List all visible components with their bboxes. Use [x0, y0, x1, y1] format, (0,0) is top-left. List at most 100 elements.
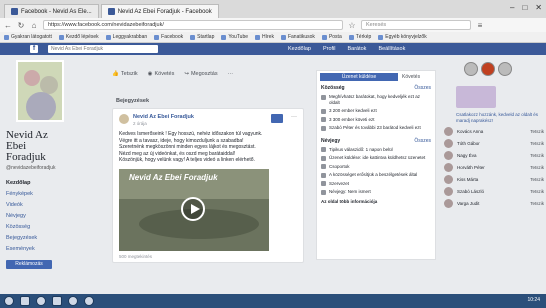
facebook-search-input[interactable]: Nevid As Ebei Foradjuk [48, 45, 158, 53]
avatar [444, 163, 453, 172]
window-controls: – □ ✕ [510, 3, 542, 12]
list-item[interactable]: Tóth Gábor Tetszik [444, 139, 544, 148]
bookmark-item[interactable]: Kezdő lépések [58, 34, 99, 40]
community-see-all-link[interactable]: Összes [414, 85, 431, 91]
page-nav-item[interactable]: Közösség [6, 221, 106, 232]
ad-text[interactable]: Csatlakozz hozzánk, kedveld az oldalt és… [456, 112, 544, 123]
follow-link[interactable]: Követés [402, 74, 420, 80]
like-link[interactable]: Tetszik [530, 165, 544, 170]
post-video[interactable]: Nevid Az Ebei Foradjuk [119, 169, 269, 251]
page-nav: Kezdőlap Fényképek Videók Névjegy Közöss… [6, 177, 106, 254]
list-item[interactable]: Kovács Anna Tetszik [444, 127, 544, 136]
list-item[interactable]: Horváth Péter Tetszik [444, 163, 544, 172]
browser-tab-bar: Facebook - Nevid As Ele... Nevid Az Ebei… [0, 0, 546, 18]
nav-settings[interactable]: Beállítások [378, 46, 405, 52]
follow-button[interactable]: ◉ Követés [148, 71, 175, 77]
browser-tab[interactable]: Facebook - Nevid As Ele... [4, 4, 99, 18]
bookmark-icon [190, 34, 196, 40]
post-menu-icon[interactable]: ··· [291, 114, 297, 120]
list-item[interactable]: Varga Judit Tetszik [444, 199, 544, 208]
avatar [444, 151, 453, 160]
post-avatar[interactable] [119, 114, 129, 124]
reload-icon[interactable]: ↻ [17, 21, 25, 30]
bookmark-item[interactable]: Egyéb könyvjelzők [378, 34, 427, 40]
post-timestamp[interactable]: 2 órája [133, 121, 147, 126]
bookmark-item[interactable]: Posta [321, 34, 342, 40]
home-icon[interactable]: ⌂ [30, 21, 38, 30]
post-action-button[interactable] [271, 114, 283, 123]
close-icon[interactable]: ✕ [535, 3, 542, 12]
bookmark-item[interactable]: Leggyakrabban [105, 34, 147, 40]
notification-icon[interactable] [481, 62, 495, 76]
menu-icon[interactable]: ≡ [476, 21, 484, 30]
share-button[interactable]: ↪ Megosztás [184, 71, 217, 77]
bookmark-item[interactable]: Fanatikusok [280, 34, 315, 40]
page-nav-item[interactable]: Kezdőlap [6, 177, 106, 188]
taskbar-app-icon[interactable] [84, 296, 94, 306]
page-nav-item[interactable]: Névjegy [6, 210, 106, 221]
page-nav-item[interactable]: Események [6, 243, 106, 254]
facebook-logo-icon[interactable]: f [30, 45, 38, 53]
promote-button[interactable]: Reklámozás [6, 260, 52, 269]
rss-icon: ◉ [147, 71, 153, 77]
bookmark-item[interactable]: Térkép [348, 34, 371, 40]
avatar[interactable] [464, 62, 478, 76]
play-icon[interactable] [181, 197, 205, 221]
like-link[interactable]: Tetszik [530, 201, 544, 206]
avatar [444, 127, 453, 136]
taskbar-app-icon[interactable] [68, 296, 78, 306]
about-item[interactable]: Csoportok [321, 164, 431, 169]
community-item[interactable]: Szabó Péter és további 23 barátod kedvel… [321, 125, 431, 131]
bookmark-item[interactable]: Gyakran látogatott [4, 34, 52, 40]
bookmark-icon [58, 34, 64, 40]
list-item[interactable]: Nagy Éva Tetszik [444, 151, 544, 160]
send-message-button[interactable]: Üzenet küldése [320, 73, 398, 81]
star-icon[interactable]: ☆ [348, 21, 356, 30]
taskbar-app-icon[interactable] [52, 296, 62, 306]
page-nav-item[interactable]: Bejegyzések [6, 232, 106, 243]
like-link[interactable]: Tetszik [530, 141, 544, 146]
list-item[interactable]: Kiss Márta Tetszik [444, 175, 544, 184]
taskbar-app-icon[interactable] [36, 296, 46, 306]
page-nav-item[interactable]: Videók [6, 199, 106, 210]
community-item: 3 200 ember kedveli ezt [321, 108, 431, 114]
community-item[interactable]: Meghívhatsz barátokat, hogy kedveljék ez… [321, 94, 431, 105]
about-see-all-link[interactable]: Összes [414, 138, 431, 144]
back-icon[interactable]: ← [4, 21, 12, 30]
avatar[interactable] [498, 62, 512, 76]
like-button[interactable]: 👍 Tetszik [112, 71, 138, 77]
see-more-link[interactable]: Az oldal több információja [321, 199, 431, 204]
category-icon [321, 181, 326, 186]
taskbar-app-icon[interactable] [20, 296, 30, 306]
like-link[interactable]: Tetszik [530, 189, 544, 194]
url-bar[interactable]: https://www.facebook.com/nevidazebeifora… [43, 20, 343, 30]
bookmark-item[interactable]: Startlap [190, 34, 214, 40]
ad-image[interactable] [456, 86, 496, 108]
bookmark-item[interactable]: YouTube [221, 34, 248, 40]
browser-search-input[interactable]: Keresés [361, 20, 471, 30]
right-sidebar: Csatlakozz hozzánk, kedveld az oldalt és… [444, 62, 544, 211]
nav-friends[interactable]: Barátok [347, 46, 366, 52]
more-icon[interactable]: ··· [228, 71, 234, 77]
nav-home[interactable]: Kezdőlap [288, 46, 311, 52]
like-link[interactable]: Tetszik [530, 177, 544, 182]
page-profile-picture[interactable] [16, 60, 64, 122]
post-text: Kedves Ismerőseink ! Egy hosszú, nehéz i… [119, 131, 263, 163]
page-nav-item[interactable]: Fényképek [6, 188, 106, 199]
like-link[interactable]: Tetszik [530, 153, 544, 158]
nav-profile[interactable]: Profil [323, 46, 336, 52]
maximize-icon[interactable]: □ [522, 3, 527, 12]
about-item[interactable]: Üzenet küldése: ide kattintva küldhetsz … [321, 155, 431, 161]
bookmark-item[interactable]: Facebook [154, 34, 183, 40]
bookmark-item[interactable]: Hírek [255, 34, 274, 40]
page-handle[interactable]: @nevidazebeiforadjuk [6, 165, 106, 171]
list-item[interactable]: Szabó László Tetszik [444, 187, 544, 196]
bookmark-icon [321, 34, 327, 40]
start-icon[interactable] [4, 296, 14, 306]
minimize-icon[interactable]: – [510, 3, 514, 12]
post-author[interactable]: Nevid Az Ebei Foradjuk [133, 114, 194, 120]
browser-tab-active[interactable]: Nevid Az Ebei Foradjuk - Facebook [100, 4, 219, 18]
about-item: Szervezet [321, 181, 431, 186]
facebook-favicon-icon [107, 8, 115, 15]
like-link[interactable]: Tetszik [530, 129, 544, 134]
